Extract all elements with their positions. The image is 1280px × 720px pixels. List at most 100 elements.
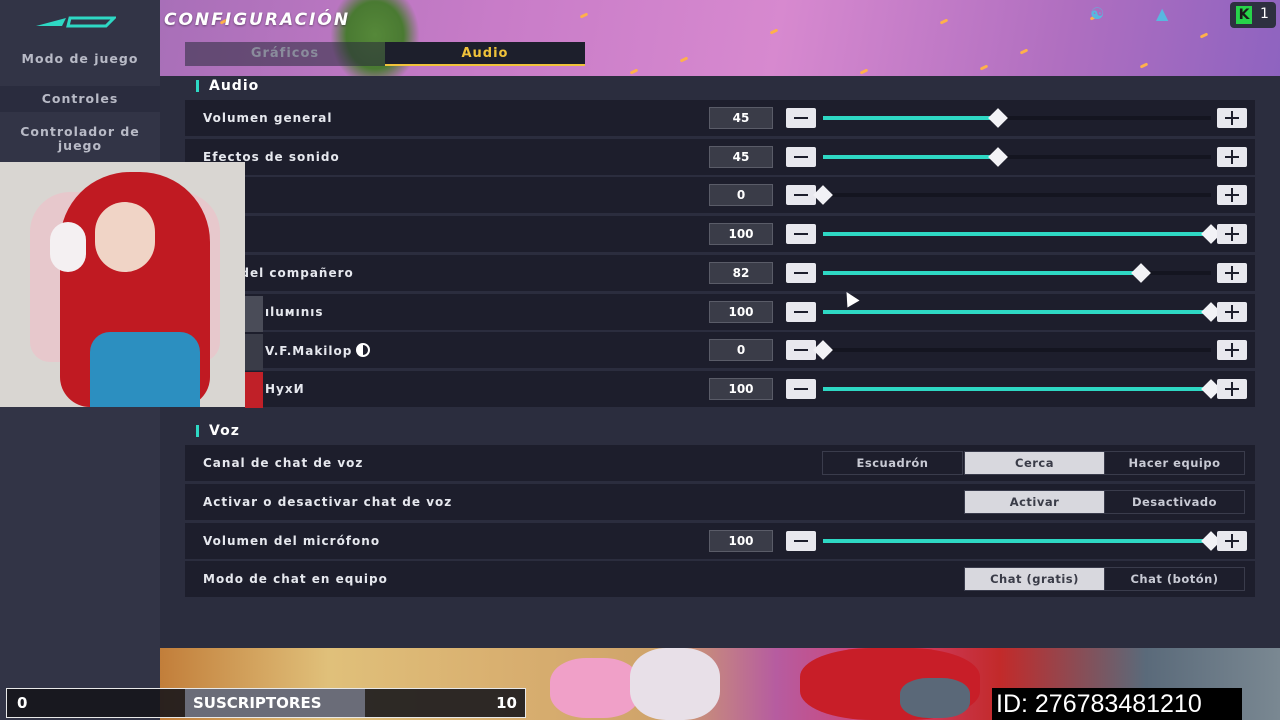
option-chat-free[interactable]: Chat (gratis) [964,567,1105,591]
slider-fill [823,232,1211,236]
minus-button[interactable] [786,108,816,128]
slider-handle[interactable] [988,147,1008,167]
plus-button[interactable] [1217,224,1247,244]
kick-logo-icon: K [1236,6,1252,24]
audio-volume-row: s100 [185,216,1255,252]
audio-volume-row: HyxИ 100 [185,371,1255,407]
plus-button[interactable] [1217,147,1247,167]
section-heading-text: Voz [209,423,240,439]
teammate-avatar [245,296,263,332]
volume-slider[interactable] [823,108,1211,128]
volume-value[interactable]: 100 [709,301,773,323]
sidebar-item-game-mode[interactable]: Modo de juego [0,52,160,66]
row-label: V.F.Makilop [265,343,371,358]
volume-value[interactable]: 45 [709,146,773,168]
minus-button[interactable] [786,224,816,244]
section-heading-audio: Audio [195,78,259,94]
volume-slider[interactable] [823,147,1211,167]
row-label-text: Volumen general [203,111,333,125]
mic-volume-slider[interactable] [823,531,1221,551]
row-label: Activar o desactivar chat de voz [203,495,453,509]
row-label: HyxИ [265,382,305,396]
option-team[interactable]: Hacer equipo [1104,451,1245,475]
volume-slider[interactable] [823,263,1211,283]
minus-button[interactable] [786,302,816,322]
row-label: Volumen general [203,111,332,125]
audio-volume-row: V.F.Makilop 0 [185,332,1255,368]
kick-badge: K 1 [1230,2,1276,28]
row-label: ıluмınıs [265,305,324,319]
subs-current: 0 [17,694,28,712]
volume-value[interactable]: 82 [709,262,773,284]
sidebar-item-label: Controlador de juego [20,124,140,153]
plus-button[interactable] [1217,531,1247,551]
minus-button[interactable] [786,531,816,551]
slider-fill [823,310,1211,314]
plus-button[interactable] [1217,302,1247,322]
row-label-text: ıluмınıs [265,305,324,319]
volume-slider[interactable] [823,302,1221,322]
voice-channel-row: Canal de chat de voz Escuadrón Cerca Hac… [185,445,1255,481]
minus-button[interactable] [786,263,816,283]
slider-handle[interactable] [1131,263,1151,283]
teammate-avatar [245,372,263,408]
subs-goal: 10 [496,694,517,712]
slider-handle[interactable] [813,340,833,360]
volume-value[interactable]: 45 [709,107,773,129]
slider-fill [823,539,1211,543]
plus-button[interactable] [1217,108,1247,128]
volume-slider[interactable] [823,224,1221,244]
volume-value[interactable]: 100 [709,223,773,245]
row-label: Canal de chat de voz [203,456,364,470]
slider-fill [823,387,1211,391]
visibility-icon[interactable] [356,343,371,357]
subs-label: SUSCRIPTORES [193,694,322,712]
warning-icon[interactable]: ▲ [1156,4,1168,23]
option-squad[interactable]: Escuadrón [822,451,963,475]
slider-handle[interactable] [813,185,833,205]
headset-icon[interactable]: ☯ [1090,4,1104,23]
plus-button[interactable] [1217,379,1247,399]
volume-value[interactable]: 0 [709,184,773,206]
volume-value[interactable]: 0 [709,339,773,361]
minus-button[interactable] [786,185,816,205]
headset-icon [50,222,86,272]
teammate-avatar [245,334,263,370]
tab-bar: Gráficos Audio [185,42,585,66]
tab-audio[interactable]: Audio [385,42,585,66]
audio-volume-row: Volumen general 45 [185,100,1255,136]
plus-button[interactable] [1217,340,1247,360]
slider-fill [823,155,998,159]
subscriber-goal-bar: 0 SUSCRIPTORES 10 [6,688,526,718]
volume-value[interactable]: 100 [709,378,773,400]
minus-button[interactable] [786,340,816,360]
option-activate[interactable]: Activar [964,490,1105,514]
webcam-overlay [0,162,245,407]
volume-slider[interactable] [823,379,1221,399]
sidebar-item-label: Controles [41,91,119,106]
slider-handle[interactable] [988,108,1008,128]
minus-button[interactable] [786,147,816,167]
slider-fill [823,271,1141,275]
player-id: ID: 276783481210 [992,688,1242,720]
sidebar-item-gamepad[interactable]: Controlador de juego [0,125,160,153]
volume-slider[interactable] [813,185,1211,205]
option-nearby[interactable]: Cerca [964,451,1105,475]
option-chat-button[interactable]: Chat (botón) [1104,567,1245,591]
plus-button[interactable] [1217,263,1247,283]
team-chat-mode-row: Modo de chat en equipo Chat (gratis) Cha… [185,561,1255,597]
audio-volume-row: ıluмınıs 100 [185,294,1255,330]
sidebar-item-controls[interactable]: Controles [0,86,160,112]
audio-volume-row: Efectos de sonido 45 [185,139,1255,175]
minus-button[interactable] [786,379,816,399]
mic-volume-value[interactable]: 100 [709,530,773,552]
voice-toggle-row: Activar o desactivar chat de voz Activar… [185,484,1255,520]
option-deactivated[interactable]: Desactivado [1104,490,1245,514]
tab-graphics[interactable]: Gráficos [185,42,385,66]
row-label-text: HyxИ [265,382,305,396]
sidebar-item-label: Modo de juego [21,51,139,66]
volume-slider[interactable] [813,340,1211,360]
plus-button[interactable] [1217,185,1247,205]
row-label: Volumen del micrófono [203,534,381,548]
kick-count: 1 [1260,6,1269,22]
